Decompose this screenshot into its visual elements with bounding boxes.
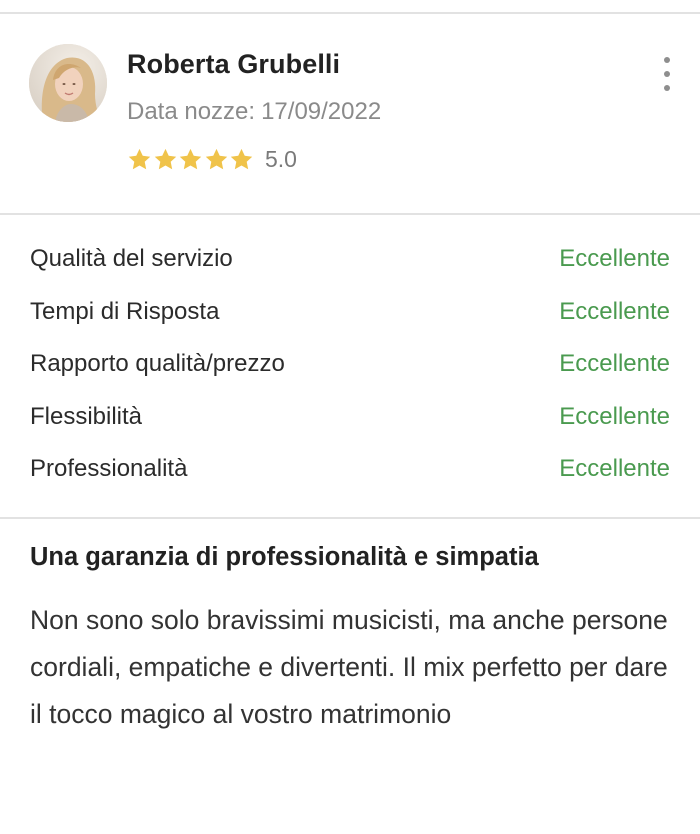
more-vertical-icon xyxy=(664,57,670,63)
rating-row-service-quality: Qualità del servizio Eccellente xyxy=(0,236,700,289)
star-icon xyxy=(231,148,253,169)
wedding-date: Data nozze: 17/09/2022 xyxy=(127,98,381,126)
review-header: Roberta Grubelli Data nozze: 17/09/2022 5… xyxy=(0,14,700,214)
ratings-list: Qualità del servizio Eccellente Tempi di… xyxy=(0,236,700,499)
wedding-date-value: 17/09/2022 xyxy=(261,98,382,125)
star-rating xyxy=(127,147,255,172)
overall-rating: 5.0 xyxy=(127,144,297,174)
rating-label: Rapporto qualità/prezzo xyxy=(30,350,285,377)
wedding-date-label: Data nozze: xyxy=(127,98,256,125)
review-title: Una garanzia di professionalità e simpat… xyxy=(30,543,539,571)
rating-grade: Eccellente xyxy=(559,455,670,482)
star-icon xyxy=(179,148,202,169)
star-icon xyxy=(205,148,228,169)
review-body: Non sono solo bravissimi musicisti, ma a… xyxy=(30,605,668,729)
rating-grade: Eccellente xyxy=(559,350,670,377)
section-divider xyxy=(0,517,700,519)
rating-row-response-time: Tempi di Risposta Eccellente xyxy=(0,289,700,342)
star-icon xyxy=(154,148,176,169)
rating-label: Professionalità xyxy=(30,455,188,482)
star-icon xyxy=(128,148,151,169)
rating-value: 5.0 xyxy=(264,145,297,172)
rating-grade: Eccellente xyxy=(559,297,670,325)
section-divider xyxy=(0,213,700,215)
avatar[interactable] xyxy=(29,44,107,122)
more-vertical-icon-dot xyxy=(664,71,670,77)
rating-row-flexibility: Flessibilità Eccellente xyxy=(0,394,700,447)
more-options-button[interactable] xyxy=(652,52,682,96)
rating-grade: Eccellente xyxy=(559,245,670,272)
rating-row-professionalism: Professionalità Eccellente xyxy=(0,446,700,499)
rating-label: Tempi di Risposta xyxy=(30,297,220,325)
review-card: Roberta Grubelli Data nozze: 17/09/2022 5… xyxy=(0,0,700,834)
reviewer-name: Roberta Grubelli xyxy=(127,49,341,79)
rating-label: Qualità del servizio xyxy=(30,245,233,272)
more-vertical-icon-dot xyxy=(664,85,670,91)
rating-row-value-for-money: Rapporto qualità/prezzo Eccellente xyxy=(0,341,700,394)
avatar-image xyxy=(29,44,107,122)
rating-label: Flessibilità xyxy=(30,402,143,430)
rating-grade: Eccellente xyxy=(559,402,670,430)
